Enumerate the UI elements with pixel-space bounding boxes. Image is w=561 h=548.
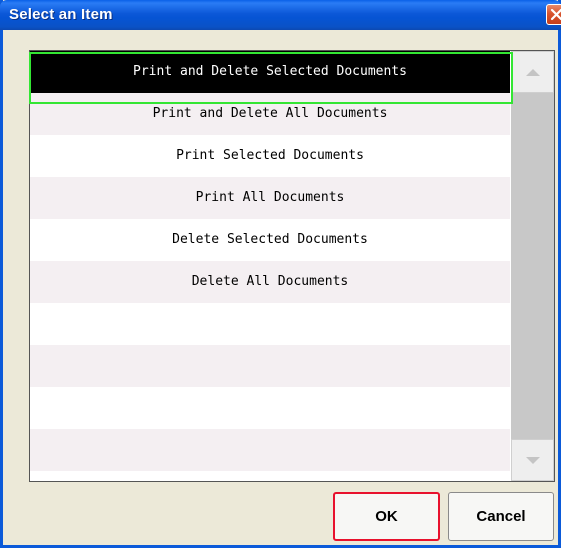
cancel-button[interactable]: Cancel (448, 492, 554, 541)
item-listbox[interactable]: Print and Delete Selected Documents Prin… (29, 50, 555, 482)
list-item[interactable] (30, 303, 510, 345)
list-item[interactable] (30, 345, 510, 387)
list-item[interactable]: Delete Selected Documents (30, 219, 510, 261)
list-item[interactable] (30, 387, 510, 429)
title-bar[interactable]: Select an Item (0, 0, 561, 30)
list-item[interactable]: Print and Delete All Documents (30, 93, 510, 135)
item-list: Print and Delete Selected Documents Prin… (30, 51, 510, 481)
list-item[interactable]: Print All Documents (30, 177, 510, 219)
dialog-title: Select an Item (9, 6, 113, 23)
list-item[interactable]: Print Selected Documents (30, 135, 510, 177)
scroll-down-button[interactable] (511, 439, 554, 481)
scroll-up-button[interactable] (511, 51, 554, 93)
list-item[interactable]: Print and Delete Selected Documents (30, 51, 510, 93)
close-icon (550, 8, 561, 21)
list-item[interactable] (30, 429, 510, 471)
arrow-up-icon (526, 69, 540, 76)
arrow-down-icon (526, 457, 540, 464)
vertical-scrollbar[interactable] (511, 51, 554, 481)
close-button[interactable] (546, 4, 561, 25)
list-item[interactable]: Delete All Documents (30, 261, 510, 303)
ok-button[interactable]: OK (333, 492, 440, 541)
